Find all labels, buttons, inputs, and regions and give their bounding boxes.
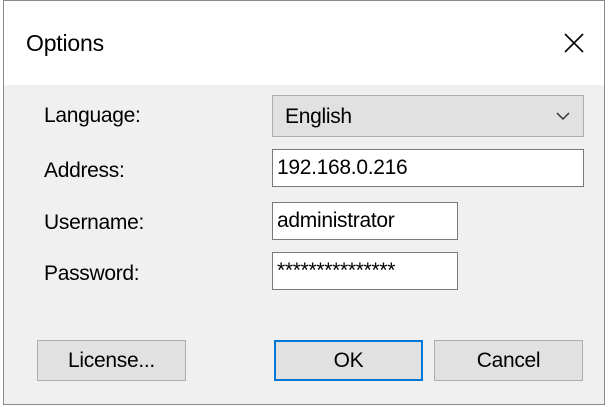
cancel-button[interactable]: Cancel xyxy=(434,340,583,381)
title-bar: Options xyxy=(4,1,604,85)
password-input[interactable] xyxy=(272,252,458,290)
address-input[interactable] xyxy=(272,149,584,187)
license-button[interactable]: License... xyxy=(37,340,186,381)
username-label: Username: xyxy=(44,211,145,234)
username-input[interactable] xyxy=(272,202,458,240)
close-button[interactable] xyxy=(544,1,604,85)
chevron-down-icon xyxy=(556,112,570,121)
language-label: Language: xyxy=(44,104,141,127)
options-dialog: Options Language: English Address: Usern… xyxy=(3,0,605,405)
ok-button[interactable]: OK xyxy=(274,340,423,381)
dialog-title: Options xyxy=(26,30,104,56)
language-select[interactable]: English xyxy=(272,95,584,137)
address-label: Address: xyxy=(44,159,125,182)
close-icon xyxy=(564,33,584,53)
password-label: Password: xyxy=(44,262,140,285)
language-select-value: English xyxy=(285,105,352,128)
